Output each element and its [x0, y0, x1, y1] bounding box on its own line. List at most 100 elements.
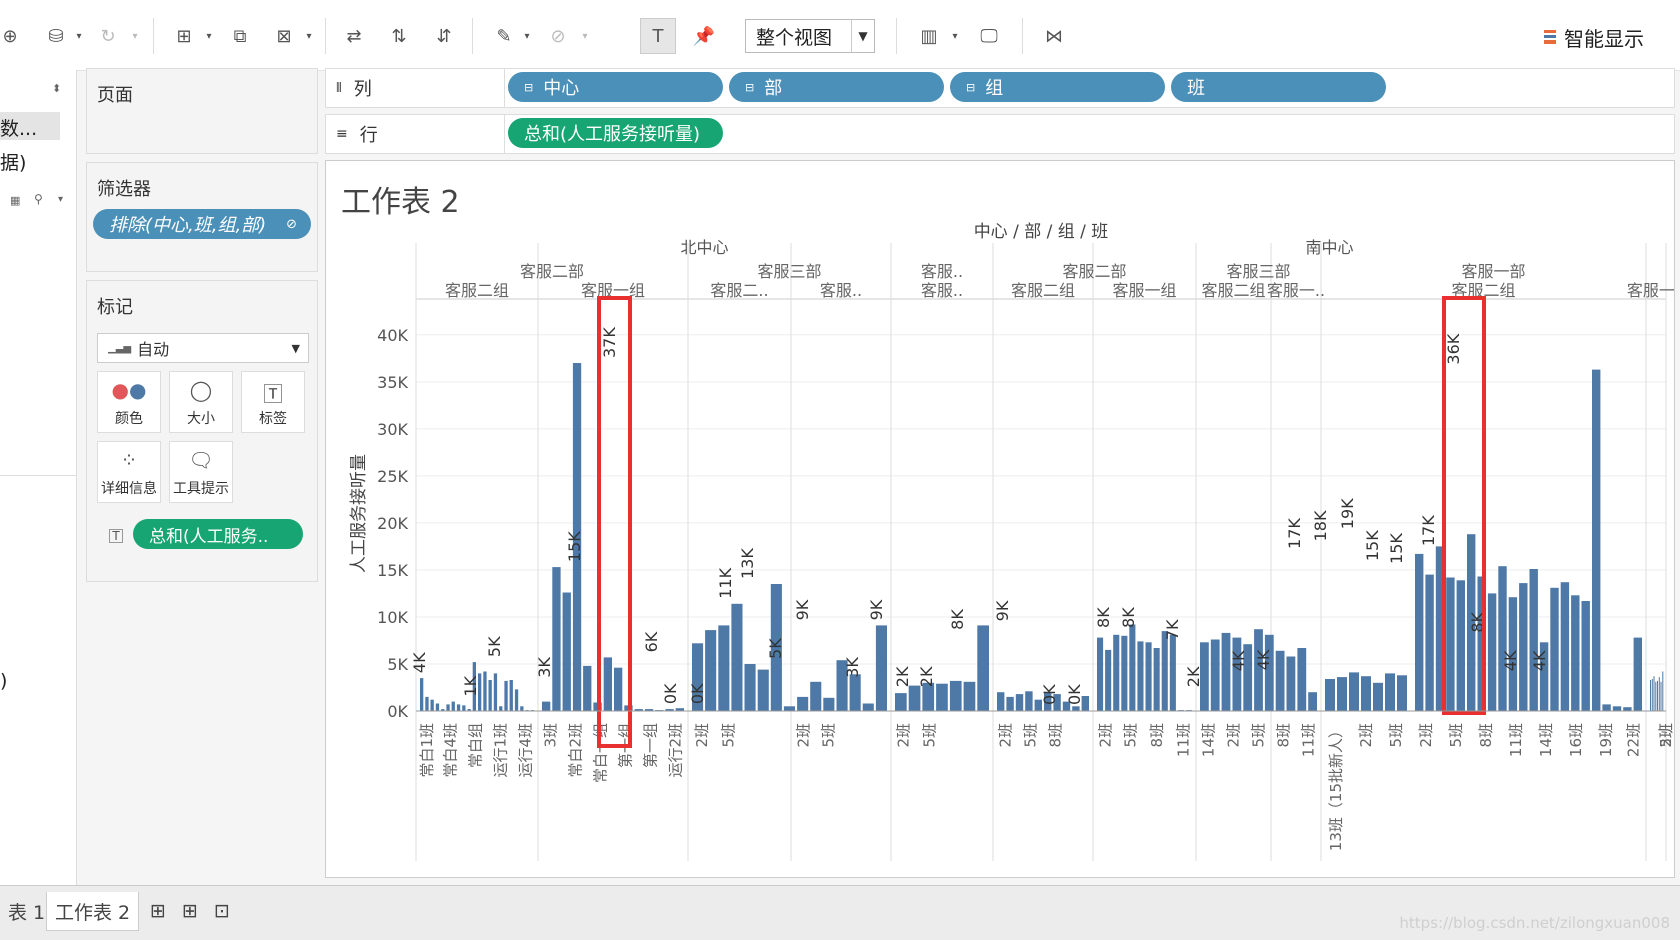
x-tick-label: 第一组 — [642, 723, 660, 768]
save-icon[interactable]: ⛁ — [42, 20, 70, 52]
data-label: 13K — [738, 548, 757, 579]
data-label: 0K — [661, 683, 680, 704]
bar — [435, 703, 440, 711]
new-datasource-icon[interactable]: ⊕ — [0, 20, 20, 52]
bar — [1657, 680, 1658, 711]
column-pill-shift[interactable]: 班 — [1171, 72, 1386, 102]
center-header: 南中心 — [1305, 238, 1353, 257]
share-icon[interactable]: ⋈ — [1040, 20, 1068, 52]
bar — [1658, 677, 1660, 711]
data-label: 11K — [716, 567, 735, 598]
bar — [1286, 656, 1296, 711]
data-field-3[interactable]: ) — [0, 670, 7, 692]
search-icon[interactable]: ⚲ — [34, 192, 43, 206]
swap-rows-columns-icon[interactable]: ⇄ — [340, 20, 368, 52]
show-cards-dropdown-icon[interactable]: ▾ — [948, 20, 962, 52]
group-dropdown-icon[interactable]: ▾ — [578, 20, 592, 52]
data-label: 5K — [766, 638, 785, 659]
bar — [1145, 642, 1152, 711]
data-label: 8K — [948, 609, 967, 630]
detail-button[interactable]: ⁘ 详细信息 — [97, 441, 161, 503]
mark-type-select[interactable]: ▁▃▅ 自动 ▼ — [97, 333, 309, 363]
highlight-dropdown-icon[interactable]: ▾ — [520, 20, 534, 52]
new-worksheet-dropdown-icon[interactable]: ▾ — [202, 20, 216, 52]
color-button[interactable]: ●● 颜色 — [97, 371, 161, 433]
column-pill-group-label: 组 — [985, 78, 1004, 99]
column-pill-center[interactable]: ⊟ 中心 — [508, 72, 723, 102]
data-label: 0K — [1065, 684, 1084, 705]
x-tick-label: 11班 — [1507, 723, 1525, 757]
bar — [1210, 639, 1220, 711]
sort-descending-icon[interactable]: ⇵ — [430, 20, 458, 52]
sort-ascending-icon[interactable]: ⇅ — [385, 20, 413, 52]
bar — [499, 706, 503, 711]
bar — [1297, 648, 1307, 711]
data-label: 0K — [1040, 684, 1059, 705]
bar — [425, 696, 429, 711]
size-icon: ◯ — [189, 378, 213, 402]
pages-card[interactable]: 页面 — [86, 68, 318, 154]
filter-pill[interactable]: 排除(中心,班,组,部) ⊘ — [93, 209, 311, 239]
view-grid-icon[interactable]: ▦ — [10, 194, 20, 207]
bar — [1097, 637, 1104, 711]
clear-dropdown-icon[interactable]: ▾ — [302, 20, 316, 52]
x-tick-label: 2班 — [1097, 723, 1115, 748]
show-me-button[interactable]: 智能显示 — [1544, 22, 1644, 52]
highlight-icon[interactable]: ✎ — [490, 20, 518, 52]
refresh-dropdown-icon[interactable]: ▾ — [128, 20, 142, 52]
label-button[interactable]: 🅃 标签 — [241, 371, 305, 433]
bar — [1623, 707, 1632, 711]
bar — [1653, 676, 1655, 711]
column-pill-group[interactable]: ⊟ 组 — [950, 72, 1165, 102]
data-label: 4K — [410, 652, 429, 673]
new-dashboard-tab-icon[interactable]: ⊞ — [174, 892, 206, 930]
y-tick-label: 35K — [377, 373, 408, 392]
group-members-icon[interactable]: ⊘ — [544, 20, 572, 52]
data-label: 9K — [867, 599, 886, 620]
group-header: 客服一组 — [1112, 281, 1176, 300]
data-label: 9K — [793, 599, 812, 620]
bar-chart[interactable]: 中心 / 部 / 组 / 班 0K 5K 10K 15K 20K 25K 30K 35K 40K 人… — [326, 161, 1674, 877]
column-pill-dept[interactable]: ⊟ 部 — [729, 72, 944, 102]
measure-pill[interactable]: 总和(人工服务.. — [133, 519, 303, 549]
x-tick-label: 19班 — [1597, 723, 1615, 757]
new-worksheet-icon[interactable]: ⊞ — [170, 20, 198, 52]
columns-icon: ⦀ — [336, 80, 342, 96]
bar — [1072, 706, 1080, 711]
bar — [1105, 649, 1112, 711]
pane-menu-icon[interactable]: ▾ — [58, 194, 63, 205]
bar — [1498, 566, 1507, 711]
data-field-2[interactable]: 据) — [0, 148, 26, 175]
refresh-icon[interactable]: ↻ — [96, 20, 120, 52]
bar — [1025, 691, 1033, 712]
sort-fields-icon[interactable]: ⬍ — [52, 82, 61, 95]
filters-card[interactable]: 筛选器 排除(中心,班,组,部) ⊘ — [86, 162, 318, 272]
x-tick-label: 8班 — [1148, 723, 1166, 748]
tooltip-button[interactable]: 🗨 工具提示 — [169, 441, 233, 503]
new-story-tab-icon[interactable]: ⊡ — [206, 892, 238, 930]
columns-shelf: ⦀ 列 ⊟ 中心 ⊟ 部 ⊟ 组 班 — [325, 68, 1675, 108]
size-button[interactable]: ◯ 大小 — [169, 371, 233, 433]
group-header: 客服.. — [820, 281, 862, 300]
fit-view-select[interactable]: 整个视图 ▼ — [745, 19, 875, 53]
bar — [420, 678, 424, 711]
save-dropdown-icon[interactable]: ▾ — [72, 20, 86, 52]
clear-sheet-icon[interactable]: ⊠ — [270, 20, 298, 52]
new-worksheet-tab-icon[interactable]: ⊞ — [142, 892, 174, 930]
data-label: 8K — [1119, 607, 1138, 628]
rows-label: 行 — [359, 125, 378, 146]
bar — [1650, 680, 1651, 711]
tab-sheet-2[interactable]: 工作表 2 — [46, 892, 140, 931]
bar — [1137, 641, 1144, 711]
bar — [1456, 580, 1465, 711]
bar — [718, 625, 730, 711]
pin-axes-icon[interactable]: 📌 — [690, 20, 718, 52]
show-mark-labels-icon[interactable]: T — [640, 18, 676, 54]
duplicate-sheet-icon[interactable]: ⧉ — [226, 20, 254, 52]
data-field-1[interactable]: 数... — [0, 114, 37, 141]
department-header: 客服三部 — [1226, 262, 1290, 281]
bar — [451, 701, 455, 711]
presentation-mode-icon[interactable]: 🖵 — [975, 20, 1003, 52]
row-pill-measure[interactable]: 总和(人工服务接听量) — [508, 118, 723, 148]
show-cards-icon[interactable]: ▥ — [915, 20, 943, 52]
